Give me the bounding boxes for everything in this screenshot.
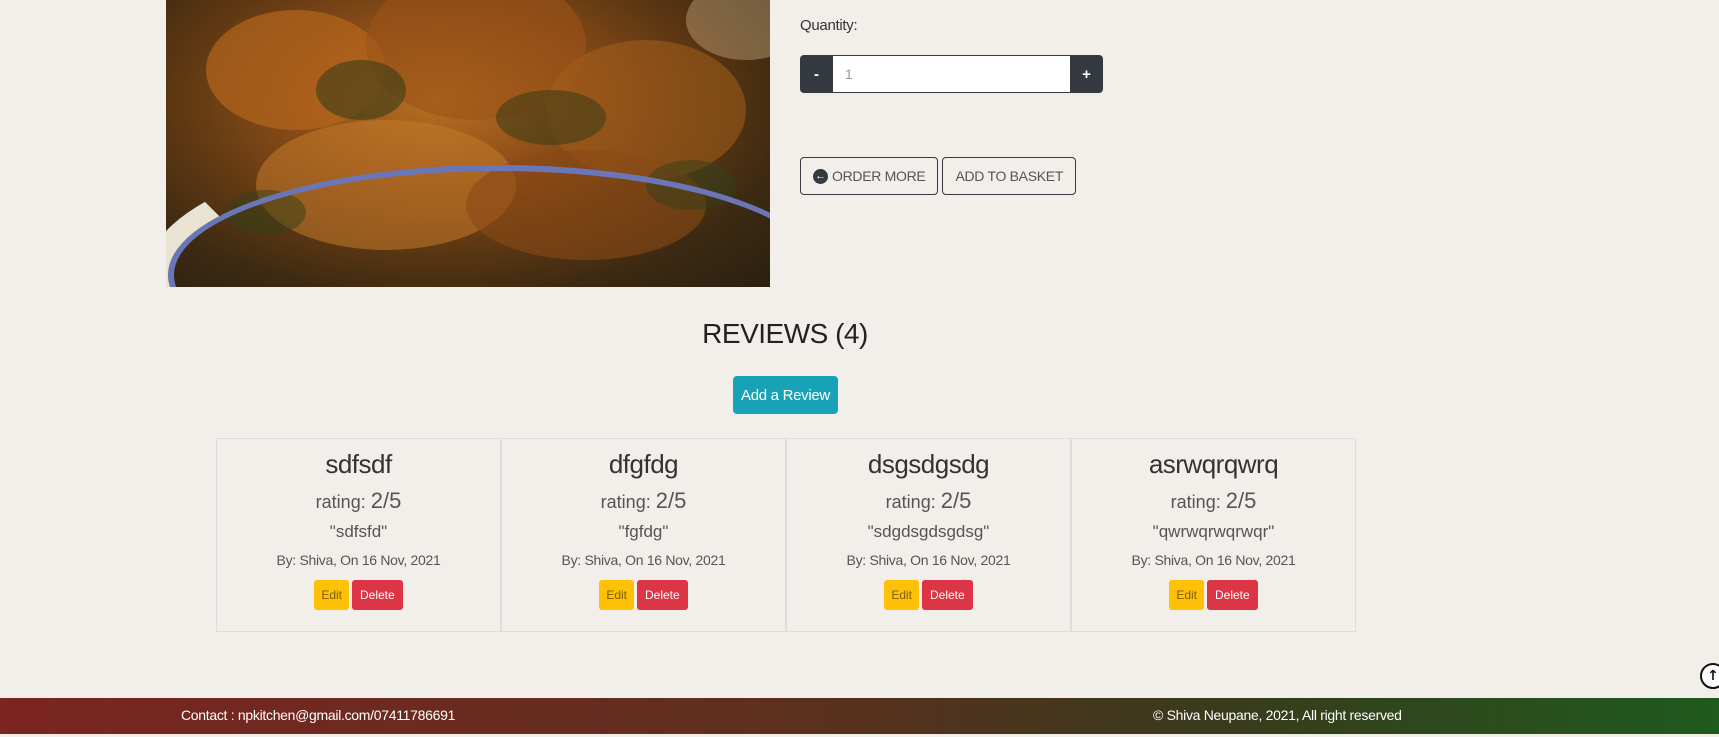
arrow-circle-left-icon: ←	[813, 168, 828, 184]
review-rating: rating: 2/5	[601, 488, 687, 514]
rating-value: 2/5	[940, 488, 972, 513]
footer-copyright: © Shiva Neupane, 2021, All right reserve…	[1153, 707, 1402, 723]
reviews-list: sdfsdf rating: 2/5 "sdfsfd" By: Shiva, O…	[216, 438, 1356, 632]
review-meta: By: Shiva, On 16 Nov, 2021	[276, 552, 441, 568]
add-review-button[interactable]: Add a Review	[733, 376, 838, 414]
rating-label: rating:	[885, 492, 936, 512]
add-to-basket-button[interactable]: ADD TO BASKET	[942, 157, 1077, 195]
rating-value: 2/5	[1225, 488, 1257, 513]
decrease-quantity-button[interactable]: -	[800, 55, 833, 93]
edit-review-button[interactable]: Edit	[314, 580, 349, 610]
product-actions: ← ORDER MORE ADD TO BASKET	[800, 157, 1077, 195]
review-text: "qwrwqrwqrwqr"	[1152, 522, 1275, 541]
rating-value: 2/5	[370, 488, 402, 513]
review-meta: By: Shiva, On 16 Nov, 2021	[561, 552, 726, 568]
review-card: asrwqrqwrq rating: 2/5 "qwrwqrwqrwqr" By…	[1071, 438, 1356, 632]
product-image	[166, 0, 770, 287]
delete-review-button[interactable]: Delete	[352, 580, 403, 610]
footer: Contact : npkitchen@gmail.com/0741178669…	[0, 698, 1719, 734]
review-meta: By: Shiva, On 16 Nov, 2021	[846, 552, 1011, 568]
quantity-label: Quantity:	[800, 17, 858, 34]
review-card: dfgfdg rating: 2/5 "fgfdg" By: Shiva, On…	[501, 438, 786, 632]
delete-review-button[interactable]: Delete	[922, 580, 973, 610]
quantity-input[interactable]	[833, 55, 1070, 93]
rating-value: 2/5	[655, 488, 687, 513]
rating-label: rating:	[315, 492, 366, 512]
order-more-button[interactable]: ← ORDER MORE	[800, 157, 939, 195]
quantity-stepper: - +	[800, 55, 1103, 93]
review-card: dsgsdgsdg rating: 2/5 "sdgdsgdsgdsg" By:…	[786, 438, 1071, 632]
rating-label: rating:	[1170, 492, 1221, 512]
rating-label: rating:	[600, 492, 651, 512]
review-text: "sdfsfd"	[329, 522, 388, 541]
edit-review-button[interactable]: Edit	[884, 580, 919, 610]
review-title: dsgsdgsdg	[867, 449, 990, 479]
arrow-up-circle-icon[interactable]: ↑	[1700, 663, 1719, 689]
reviews-heading: REVIEWS (4)	[702, 318, 868, 349]
review-title: sdfsdf	[325, 449, 392, 479]
review-meta: By: Shiva, On 16 Nov, 2021	[1131, 552, 1296, 568]
review-title: dfgfdg	[608, 449, 679, 479]
increase-quantity-button[interactable]: +	[1070, 55, 1103, 93]
delete-review-button[interactable]: Delete	[637, 580, 688, 610]
footer-contact: Contact : npkitchen@gmail.com/0741178669…	[181, 707, 456, 723]
review-actions: Edit Delete	[599, 580, 688, 610]
review-text: "sdgdsgdsgdsg"	[867, 522, 990, 541]
review-text: "fgfdg"	[618, 522, 669, 541]
review-rating: rating: 2/5	[316, 488, 402, 514]
edit-review-button[interactable]: Edit	[599, 580, 634, 610]
delete-review-button[interactable]: Delete	[1207, 580, 1258, 610]
review-actions: Edit Delete	[884, 580, 973, 610]
review-rating: rating: 2/5	[1171, 488, 1257, 514]
edit-review-button[interactable]: Edit	[1169, 580, 1204, 610]
order-more-label: ORDER MORE	[832, 168, 926, 184]
review-title: asrwqrqwrq	[1148, 449, 1279, 479]
review-actions: Edit Delete	[314, 580, 403, 610]
review-actions: Edit Delete	[1169, 580, 1258, 610]
review-card: sdfsdf rating: 2/5 "sdfsfd" By: Shiva, O…	[216, 438, 501, 632]
review-rating: rating: 2/5	[886, 488, 972, 514]
